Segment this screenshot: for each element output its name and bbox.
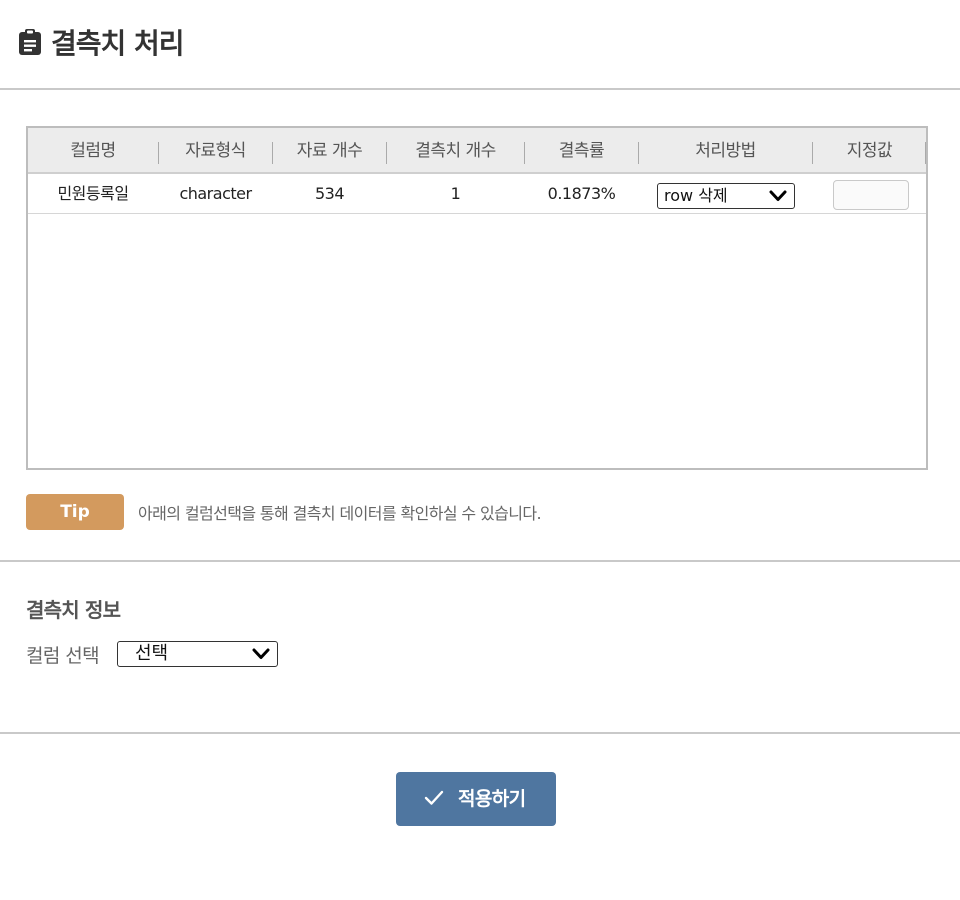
- page-header: 결측치 처리: [0, 0, 960, 90]
- cell-missing-count: 1: [450, 184, 461, 203]
- col-separator: [925, 142, 926, 164]
- check-icon: [424, 790, 444, 805]
- chevron-down-icon: [769, 190, 787, 201]
- col-header-missing-rate[interactable]: 결측률: [525, 128, 638, 174]
- col-header-value[interactable]: 지정값: [813, 128, 926, 174]
- column-select-value: 선택: [135, 643, 169, 664]
- col-header-method[interactable]: 처리방법: [639, 128, 812, 174]
- clipboard-icon: [19, 29, 41, 55]
- col-header-count[interactable]: 자료 개수: [273, 128, 386, 174]
- cell-count: 534: [314, 184, 345, 203]
- grid-header: 컬럼명 자료형식 자료 개수 결측치 개수 결측률 처리방법 지정값: [28, 128, 926, 174]
- section-divider: [0, 560, 960, 562]
- column-select-label: 컬럼 선택: [26, 645, 100, 667]
- missing-value-grid: 컬럼명 자료형식 자료 개수 결측치 개수 결측률 처리방법 지정값 민원등록일…: [26, 126, 928, 470]
- apply-button[interactable]: 적용하기: [396, 772, 556, 826]
- page-title: 결측치 처리: [51, 27, 185, 60]
- method-select[interactable]: row 삭제: [657, 183, 795, 209]
- apply-button-label: 적용하기: [458, 788, 526, 810]
- method-select-value: row 삭제: [664, 186, 728, 205]
- col-header-missing-count[interactable]: 결측치 개수: [387, 128, 524, 174]
- column-select[interactable]: 선택: [117, 641, 278, 667]
- designated-value-input[interactable]: [833, 180, 909, 210]
- col-header-name[interactable]: 컬럼명: [28, 128, 158, 174]
- table-row[interactable]: 민원등록일 character 534 1 0.1873% row 삭제: [28, 174, 926, 214]
- col-header-type[interactable]: 자료형식: [159, 128, 272, 174]
- cell-data-type: character: [179, 184, 252, 203]
- section-divider: [0, 732, 960, 734]
- tip-badge: Tip: [26, 494, 124, 530]
- cell-column-name: 민원등록일: [57, 184, 129, 203]
- tip-text: 아래의 컬럼선택을 통해 결측치 데이터를 확인하실 수 있습니다.: [138, 504, 542, 523]
- cell-missing-rate: 0.1873%: [547, 184, 616, 203]
- chevron-down-icon: [252, 648, 270, 659]
- section-title: 결측치 정보: [26, 598, 121, 622]
